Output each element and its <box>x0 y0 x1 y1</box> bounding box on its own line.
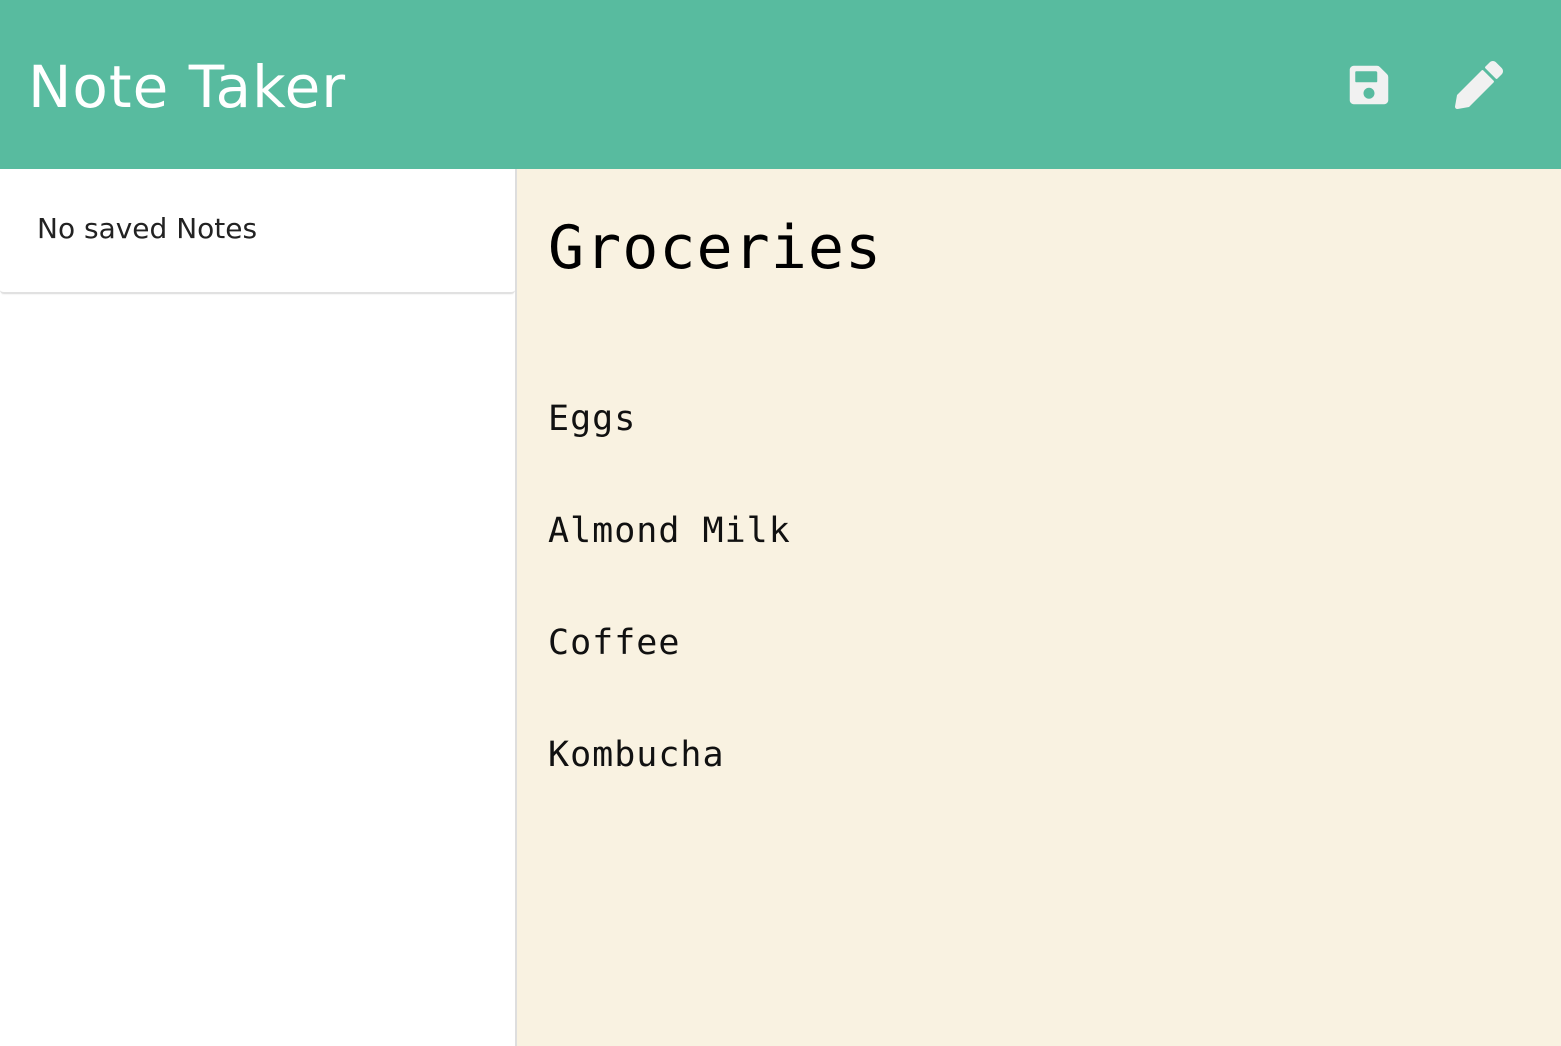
note-line: Almond Milk <box>548 511 791 551</box>
note-line: Eggs <box>548 399 637 439</box>
note-editor: Eggs Almond Milk Coffee Kombucha <box>517 169 1561 1046</box>
note-body-textarea[interactable]: Eggs Almond Milk Coffee Kombucha <box>548 335 1528 935</box>
empty-notes-message: No saved Notes <box>0 169 515 294</box>
note-line: Coffee <box>548 623 681 663</box>
navbar: Note Taker <box>0 0 1561 169</box>
notes-sidebar: No saved Notes <box>0 169 517 1046</box>
pencil-icon <box>1455 60 1503 109</box>
brand-title[interactable]: Note Taker <box>28 58 346 116</box>
note-title-input[interactable] <box>548 213 1528 283</box>
new-note-button[interactable] <box>1455 60 1503 109</box>
save-note-button[interactable] <box>1345 61 1393 109</box>
floppy-disk-icon <box>1349 65 1389 104</box>
navbar-actions <box>1345 60 1503 109</box>
note-line: Kombucha <box>548 735 725 775</box>
notes-list: No saved Notes <box>0 169 515 294</box>
